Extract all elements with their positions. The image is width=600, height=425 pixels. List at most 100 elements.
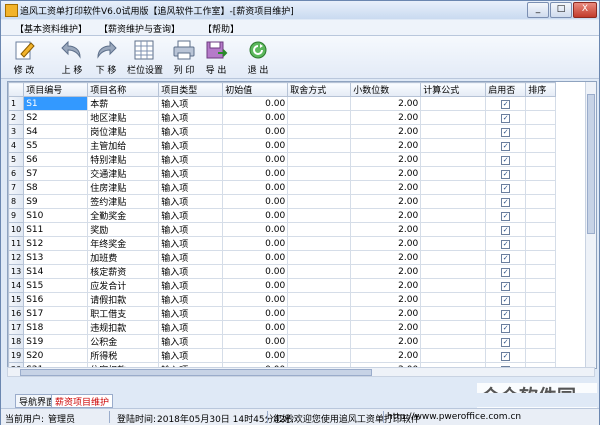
horizontal-scrollbar[interactable]: [7, 367, 595, 377]
minimize-button[interactable]: _: [527, 2, 549, 18]
cell-formula[interactable]: [420, 124, 487, 139]
row-number-cell[interactable]: 10: [8, 222, 25, 237]
enabled-checkbox[interactable]: ✓: [501, 113, 511, 123]
cell-type[interactable]: 输入项: [158, 166, 224, 181]
cell-initial[interactable]: 0.00: [222, 222, 289, 237]
cell-rounding[interactable]: [287, 194, 352, 209]
row-number-cell[interactable]: 13: [8, 264, 25, 279]
cell-initial[interactable]: 0.00: [222, 292, 289, 307]
cell-name[interactable]: 住房津贴: [87, 180, 160, 195]
cell-rounding[interactable]: [287, 334, 352, 349]
cell-type[interactable]: 输入项: [158, 110, 224, 125]
cell-enabled[interactable]: ✓: [485, 194, 527, 209]
cell-initial[interactable]: 0.00: [222, 278, 289, 293]
cell-name[interactable]: 请假扣款: [87, 292, 160, 307]
cell-formula[interactable]: [420, 138, 487, 153]
cell-formula[interactable]: [420, 180, 487, 195]
cell-name[interactable]: 职工借支: [87, 306, 160, 321]
cell-code[interactable]: S8: [23, 180, 89, 195]
row-number-cell[interactable]: 14: [8, 278, 25, 293]
cell-rounding[interactable]: [287, 96, 352, 111]
cell-code[interactable]: S12: [23, 236, 89, 251]
cell-sort[interactable]: [525, 222, 557, 237]
cell-rounding[interactable]: [287, 138, 352, 153]
enabled-checkbox[interactable]: ✓: [501, 281, 511, 291]
cell-formula[interactable]: [420, 194, 487, 209]
cell-decimals[interactable]: 2.00: [350, 222, 422, 237]
cell-type[interactable]: 输入项: [158, 278, 224, 293]
export-button[interactable]: 导 出: [201, 39, 231, 76]
row-number-cell[interactable]: 7: [8, 180, 25, 195]
enabled-checkbox[interactable]: ✓: [501, 197, 511, 207]
enabled-checkbox[interactable]: ✓: [501, 309, 511, 319]
cell-rounding[interactable]: [287, 110, 352, 125]
cell-formula[interactable]: [420, 208, 487, 223]
table-row[interactable]: 11 S12 年终奖金 输入项 0.00 2.00 ✓: [8, 236, 557, 251]
enabled-checkbox[interactable]: ✓: [501, 211, 511, 221]
cell-sort[interactable]: [525, 264, 557, 279]
table-row[interactable]: 9 S10 全勤奖金 输入项 0.00 2.00 ✓: [8, 208, 557, 223]
cell-rounding[interactable]: [287, 208, 352, 223]
table-row[interactable]: 10 S11 奖励 输入项 0.00 2.00 ✓: [8, 222, 557, 237]
row-number-cell[interactable]: 2: [8, 110, 25, 125]
cell-decimals[interactable]: 2.00: [350, 348, 422, 363]
row-number-cell[interactable]: 18: [8, 334, 25, 349]
cell-type[interactable]: 输入项: [158, 208, 224, 223]
row-number-cell[interactable]: 8: [8, 194, 25, 209]
cell-sort[interactable]: [525, 138, 557, 153]
col-header-formula[interactable]: 计算公式: [420, 82, 487, 97]
cell-type[interactable]: 输入项: [158, 194, 224, 209]
enabled-checkbox[interactable]: ✓: [501, 225, 511, 235]
cell-decimals[interactable]: 2.00: [350, 208, 422, 223]
cell-formula[interactable]: [420, 110, 487, 125]
menu-salary[interactable]: 【薪资维护与查询】: [99, 22, 180, 35]
cell-sort[interactable]: [525, 292, 557, 307]
row-number-cell[interactable]: 12: [8, 250, 25, 265]
cell-type[interactable]: 输入项: [158, 222, 224, 237]
table-row[interactable]: 1 S1 本薪 输入项 0.00 2.00 ✓: [8, 96, 557, 111]
cell-type[interactable]: 输入项: [158, 348, 224, 363]
cell-name[interactable]: 地区津贴: [87, 110, 160, 125]
cell-sort[interactable]: [525, 348, 557, 363]
col-header-decimals[interactable]: 小数位数: [350, 82, 422, 97]
cell-decimals[interactable]: 2.00: [350, 152, 422, 167]
cell-decimals[interactable]: 2.00: [350, 306, 422, 321]
cell-decimals[interactable]: 2.00: [350, 250, 422, 265]
cell-formula[interactable]: [420, 334, 487, 349]
cell-enabled[interactable]: ✓: [485, 334, 527, 349]
row-number-cell[interactable]: 17: [8, 320, 25, 335]
cell-code[interactable]: S10: [23, 208, 89, 223]
cell-initial[interactable]: 0.00: [222, 334, 289, 349]
cell-rounding[interactable]: [287, 306, 352, 321]
table-row[interactable]: 15 S16 请假扣款 输入项 0.00 2.00 ✓: [8, 292, 557, 307]
cell-code[interactable]: S19: [23, 334, 89, 349]
cell-formula[interactable]: [420, 236, 487, 251]
table-row[interactable]: 17 S18 违规扣款 输入项 0.00 2.00 ✓: [8, 320, 557, 335]
cell-rounding[interactable]: [287, 292, 352, 307]
cell-initial[interactable]: 0.00: [222, 110, 289, 125]
cell-type[interactable]: 输入项: [158, 320, 224, 335]
cell-enabled[interactable]: ✓: [485, 222, 527, 237]
cell-initial[interactable]: 0.00: [222, 264, 289, 279]
cell-sort[interactable]: [525, 194, 557, 209]
cell-formula[interactable]: [420, 166, 487, 181]
cell-sort[interactable]: [525, 334, 557, 349]
cell-initial[interactable]: 0.00: [222, 138, 289, 153]
cell-formula[interactable]: [420, 348, 487, 363]
cell-name[interactable]: 公积金: [87, 334, 160, 349]
cell-sort[interactable]: [525, 208, 557, 223]
cell-code[interactable]: S1: [23, 96, 89, 111]
cell-name[interactable]: 违规扣款: [87, 320, 160, 335]
enabled-checkbox[interactable]: ✓: [501, 239, 511, 249]
cell-enabled[interactable]: ✓: [485, 278, 527, 293]
cell-enabled[interactable]: ✓: [485, 306, 527, 321]
cell-code[interactable]: S20: [23, 348, 89, 363]
row-number-cell[interactable]: 15: [8, 292, 25, 307]
exit-button[interactable]: 退 出: [243, 39, 273, 76]
table-row[interactable]: 3 S4 岗位津贴 输入项 0.00 2.00 ✓: [8, 124, 557, 139]
cell-formula[interactable]: [420, 152, 487, 167]
cell-type[interactable]: 输入项: [158, 264, 224, 279]
cell-enabled[interactable]: ✓: [485, 124, 527, 139]
cell-type[interactable]: 输入项: [158, 138, 224, 153]
row-number-cell[interactable]: 1: [8, 96, 25, 111]
